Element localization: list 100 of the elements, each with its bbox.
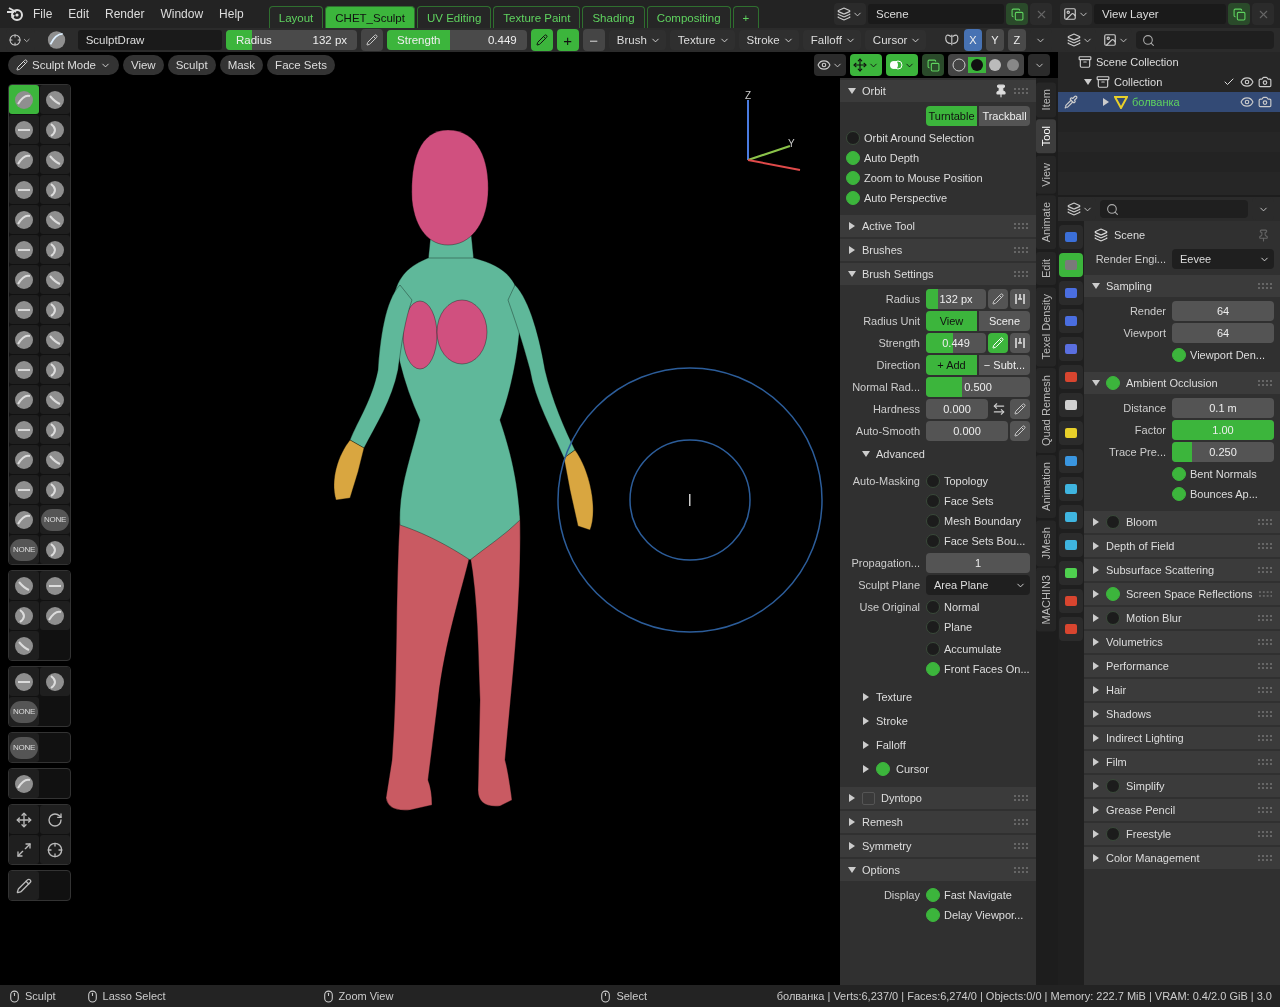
search-field[interactable] <box>1100 200 1248 218</box>
panel-header[interactable]: Film <box>1084 751 1280 773</box>
sidebar-tab[interactable]: Quad Remesh <box>1036 368 1056 453</box>
tool-button[interactable] <box>40 385 70 414</box>
tool-button[interactable] <box>40 535 70 564</box>
sidebar-tab[interactable]: MACHIN3 <box>1036 568 1056 632</box>
eye-icon[interactable] <box>1240 75 1254 89</box>
tool-button[interactable] <box>40 145 70 174</box>
panel-header[interactable]: Active Tool <box>840 215 1036 237</box>
axis-toggle[interactable]: X <box>964 29 982 51</box>
tool-button[interactable] <box>40 445 70 474</box>
toggle-option[interactable]: Trackball <box>979 106 1030 126</box>
checkbox-option[interactable]: Bounces Ap... <box>1172 484 1258 504</box>
panel-header[interactable]: Brush Settings <box>840 263 1036 285</box>
toggle-option[interactable]: Turntable <box>926 106 977 126</box>
tool-button[interactable] <box>40 571 70 600</box>
tool-button[interactable] <box>40 235 70 264</box>
logo-icon[interactable] <box>6 6 24 22</box>
checkbox-option[interactable]: Face Sets Bou... <box>926 531 1026 551</box>
view-layer-field[interactable]: View Layer <box>1094 4 1226 24</box>
tool-button[interactable] <box>40 355 70 384</box>
checkbox-option[interactable]: Auto Depth <box>846 148 983 168</box>
tool-button[interactable] <box>40 475 70 504</box>
panel-header[interactable]: Shadows <box>1084 703 1280 725</box>
checkbox-dot[interactable] <box>1106 779 1120 793</box>
axis-gizmo[interactable] <box>747 99 801 171</box>
panel-header[interactable]: Freestyle <box>1084 823 1280 845</box>
number-field[interactable]: 0.000 <box>926 421 1008 441</box>
checkbox-option[interactable]: Plane <box>926 617 980 637</box>
checkbox-option[interactable]: Viewport Den... <box>1172 345 1265 365</box>
number-field[interactable]: 64 <box>1172 323 1274 343</box>
unified-setting-button[interactable] <box>1010 289 1030 309</box>
checkbox-option[interactable]: Zoom to Mouse Position <box>846 168 983 188</box>
viewport-menu[interactable]: View <box>122 55 164 75</box>
tool-button[interactable] <box>40 667 70 696</box>
menu-item[interactable]: Edit <box>61 4 97 24</box>
menu-item[interactable]: Window <box>153 4 211 24</box>
tool-button[interactable]: NONE <box>9 535 39 564</box>
properties-tab[interactable] <box>1059 561 1083 585</box>
tool-button[interactable] <box>9 415 39 444</box>
tool-button[interactable] <box>40 295 70 324</box>
tool-button[interactable] <box>9 631 39 660</box>
dropdown[interactable]: Area Plane <box>926 575 1030 595</box>
tool-button[interactable] <box>9 355 39 384</box>
tool-button[interactable] <box>9 505 39 534</box>
value-slider[interactable]: 0.500 <box>926 377 1030 397</box>
tool-button[interactable] <box>40 85 70 114</box>
sidebar-tab[interactable]: Animation <box>1036 454 1056 518</box>
brush-thumbnail-icon[interactable] <box>46 29 66 51</box>
checkbox-option[interactable]: Auto Perspective <box>846 188 983 208</box>
number-field[interactable]: 1 <box>926 553 1030 573</box>
tool-button[interactable] <box>9 835 39 864</box>
tree-row[interactable]: болванка <box>1058 92 1280 112</box>
scene-field[interactable]: Scene <box>868 4 1004 24</box>
workspace-tab[interactable]: Layout <box>268 6 324 28</box>
menu-item[interactable]: Render <box>98 4 152 24</box>
brush-name-field[interactable]: SculptDraw <box>77 30 222 50</box>
toggle-option[interactable]: + Add <box>926 355 977 375</box>
axis-toggle[interactable]: Y <box>986 29 1004 51</box>
header-menu[interactable]: Texture <box>669 30 735 50</box>
tool-button[interactable]: NONE <box>40 505 70 534</box>
tool-button[interactable] <box>9 205 39 234</box>
camera-icon[interactable] <box>1258 95 1272 109</box>
checkbox-option[interactable]: Bent Normals <box>1172 464 1258 484</box>
panel-header[interactable]: Ambient Occlusion <box>1084 372 1280 394</box>
workspace-tab[interactable]: CHET_Sculpt <box>325 6 415 28</box>
pen-pressure-button[interactable] <box>1010 421 1030 441</box>
overlay-button[interactable] <box>886 54 918 76</box>
checkbox-option[interactable]: Delay Viewpor... <box>926 905 1024 925</box>
menu-item[interactable]: File <box>26 4 60 24</box>
properties-tab[interactable] <box>1059 533 1083 557</box>
tool-button[interactable] <box>40 805 70 834</box>
sidebar-tab[interactable]: Tool <box>1036 119 1056 154</box>
search-field[interactable] <box>1136 31 1274 49</box>
pen-pressure-button[interactable] <box>361 29 384 51</box>
properties-tab[interactable] <box>1059 477 1083 501</box>
checkbox-option[interactable]: Normal <box>926 597 980 617</box>
panel-header[interactable]: Motion Blur <box>1084 607 1280 629</box>
toggle-option[interactable]: Scene <box>979 311 1030 331</box>
number-field[interactable]: 0.000 <box>926 399 988 419</box>
panel-header[interactable]: Symmetry <box>840 835 1036 857</box>
tool-button[interactable]: NONE <box>9 733 39 762</box>
checkbox-dot[interactable] <box>1106 587 1120 601</box>
workspace-tab[interactable]: UV Editing <box>416 6 492 28</box>
checkbox-option[interactable]: Mesh Boundary <box>926 511 1026 531</box>
pen-pressure-button[interactable] <box>1010 399 1030 419</box>
panel-header[interactable]: Performance <box>1084 655 1280 677</box>
tool-button[interactable] <box>9 805 39 834</box>
tool-button[interactable] <box>9 325 39 354</box>
properties-tab[interactable] <box>1059 505 1083 529</box>
strength-slider[interactable]: Strength 0.449 <box>387 30 527 50</box>
tool-button[interactable] <box>9 571 39 600</box>
panel-header[interactable]: Remesh <box>840 811 1036 833</box>
panel-header[interactable]: Simplify <box>1084 775 1280 797</box>
panel-header[interactable]: Orbit <box>840 80 1036 102</box>
tool-button[interactable]: NONE <box>9 697 39 726</box>
tool-button[interactable] <box>40 601 70 630</box>
tool-button[interactable] <box>9 601 39 630</box>
tool-button[interactable] <box>40 835 70 864</box>
sidebar-tab[interactable]: JMesh <box>1036 519 1056 567</box>
